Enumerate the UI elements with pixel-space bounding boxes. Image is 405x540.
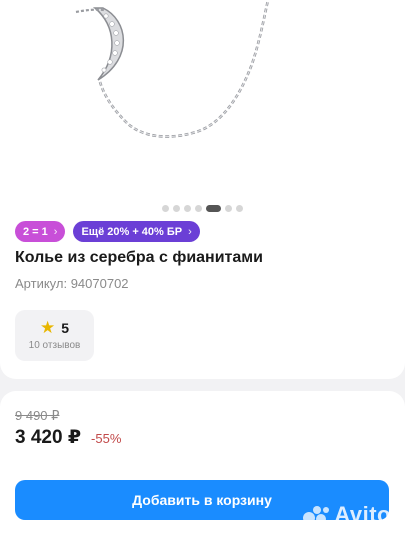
product-photo[interactable] — [0, 0, 405, 192]
watermark-text: Avito — [334, 502, 391, 527]
gallery-pagination — [0, 204, 405, 212]
pagination-dot[interactable] — [236, 204, 243, 212]
pagination-dot[interactable] — [173, 204, 180, 212]
promo-badge-2-for-1[interactable]: 2 = 1 › — [15, 221, 66, 242]
product-title: Колье из серебра с фианитами — [15, 249, 263, 266]
necklace-image — [75, 0, 270, 138]
product-sku: Артикул: 94070702 — [15, 276, 129, 291]
chevron-right-icon: › — [53, 225, 58, 238]
chevron-right-icon: › — [188, 225, 192, 238]
promo-badges: 2 = 1 › Ещё 20% + 40% БР › — [15, 221, 200, 242]
old-price: 9 490 ₽ — [15, 408, 60, 423]
rating-summary[interactable]: ★ 5 10 отзывов — [15, 310, 94, 361]
avito-watermark: Avito — [302, 502, 391, 528]
avito-logo-icon — [303, 506, 330, 524]
rating-score: 5 — [61, 319, 70, 336]
price-card: 9 490 ₽ 3 420 ₽ -55% — [0, 391, 405, 466]
badge-label: 2 = 1 — [23, 225, 48, 238]
pagination-dot-active[interactable] — [206, 204, 221, 212]
product-info-card: 2 = 1 › Ещё 20% + 40% БР › Колье из сере… — [0, 192, 405, 379]
discount-percent: -55% — [91, 431, 122, 446]
badge-label: Ещё 20% + 40% БР — [81, 225, 183, 238]
promo-badge-discount[interactable]: Ещё 20% + 40% БР › — [73, 221, 200, 242]
reviews-count: 10 отзывов — [28, 340, 81, 351]
star-icon: ★ — [39, 318, 56, 337]
pagination-dot[interactable] — [162, 204, 169, 212]
pagination-dot[interactable] — [225, 204, 232, 212]
bottom-action-bar: Добавить в корзину Avito — [0, 466, 405, 540]
pagination-dot[interactable] — [195, 204, 202, 212]
pagination-dot[interactable] — [184, 204, 191, 212]
current-price: 3 420 ₽ — [15, 427, 82, 448]
